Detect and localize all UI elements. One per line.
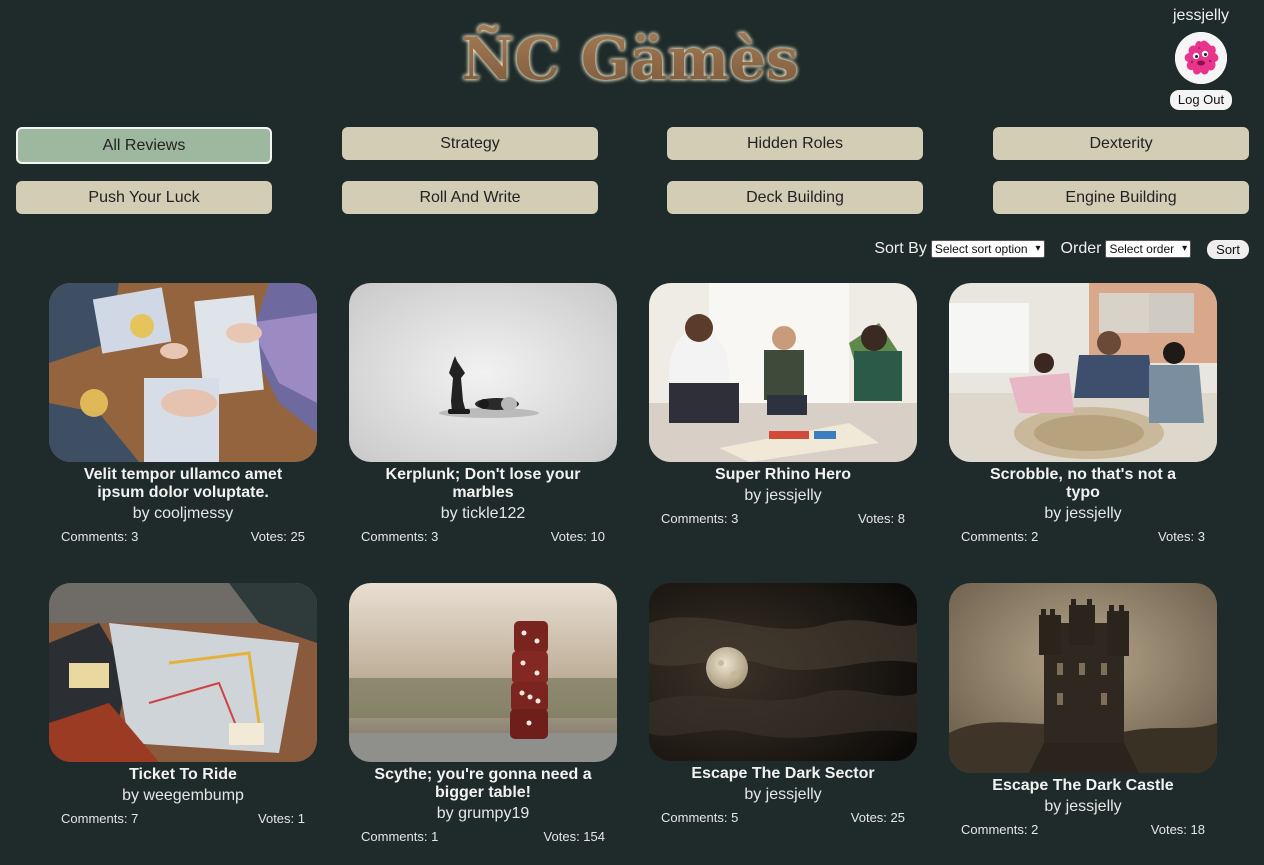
review-title[interactable]: Super Rhino Hero xyxy=(673,466,893,484)
order-value: Select order xyxy=(1109,242,1175,256)
review-title[interactable]: Velit tempor ullamco amet ipsum dolor vo… xyxy=(73,466,293,502)
chevron-down-icon: ▾ xyxy=(1035,243,1041,254)
site-logo[interactable]: ÑC Gämès xyxy=(420,22,840,92)
vote-count: Votes: 10 xyxy=(550,529,605,544)
review-stats: Comments: 2 Votes: 18 xyxy=(961,822,1205,837)
sort-by-value: Select sort option xyxy=(934,242,1028,256)
user-avatar[interactable] xyxy=(1175,32,1227,84)
review-author: by jessjelly xyxy=(744,487,822,504)
comment-count: Comments: 2 xyxy=(961,822,1039,837)
review-title[interactable]: Escape The Dark Sector xyxy=(673,765,893,783)
review-stats: Comments: 3 Votes: 25 xyxy=(61,529,305,544)
header: ÑC Gämès jessjelly Log Out xyxy=(0,0,1264,110)
review-stats: Comments: 3 Votes: 8 xyxy=(661,511,905,526)
review-stats: Comments: 1 Votes: 154 xyxy=(361,829,605,844)
review-title[interactable]: Escape The Dark Castle xyxy=(973,777,1193,795)
sort-bar: Sort By Select sort option ▾ Order Selec… xyxy=(874,238,1249,260)
category-dexterity[interactable]: Dexterity xyxy=(993,127,1249,160)
review-card[interactable]: Escape The Dark Castle by jessjelly Comm… xyxy=(949,583,1217,837)
sort-button[interactable]: Sort xyxy=(1207,239,1249,259)
review-image[interactable] xyxy=(349,283,617,462)
comment-count: Comments: 3 xyxy=(61,529,139,544)
logout-button[interactable]: Log Out xyxy=(1169,90,1233,110)
svg-text:ÑC Gämès: ÑC Gämès xyxy=(461,25,798,92)
review-card[interactable]: Ticket To Ride by weegembump Comments: 7… xyxy=(49,583,317,826)
review-author: by weegembump xyxy=(122,787,244,804)
review-title[interactable]: Kerplunk; Don't lose your marbles xyxy=(373,466,593,502)
review-image[interactable] xyxy=(49,583,317,762)
order-select[interactable]: Select order ▾ xyxy=(1105,240,1192,258)
comment-count: Comments: 2 xyxy=(961,529,1039,544)
vote-count: Votes: 18 xyxy=(1150,822,1205,837)
review-card[interactable]: Scythe; you're gonna need a bigger table… xyxy=(349,583,617,844)
username: jessjelly xyxy=(1172,7,1229,24)
vote-count: Votes: 25 xyxy=(250,529,305,544)
sort-by-label: Sort By xyxy=(874,240,927,257)
review-card[interactable]: Escape The Dark Sector by jessjelly Comm… xyxy=(649,583,917,825)
comment-count: Comments: 3 xyxy=(661,511,739,526)
comment-count: Comments: 5 xyxy=(661,810,739,825)
category-strategy[interactable]: Strategy xyxy=(342,127,598,160)
review-stats: Comments: 5 Votes: 25 xyxy=(661,810,905,825)
vote-count: Votes: 1 xyxy=(258,811,305,826)
vote-count: Votes: 154 xyxy=(543,829,605,844)
review-stats: Comments: 7 Votes: 1 xyxy=(61,811,305,826)
review-title[interactable]: Scrobble, no that's not a typo xyxy=(973,466,1193,502)
chevron-down-icon: ▾ xyxy=(1182,243,1188,254)
user-panel: jessjelly Log Out xyxy=(1160,6,1242,110)
review-author: by cooljmessy xyxy=(132,505,234,522)
vote-count: Votes: 25 xyxy=(850,810,905,825)
sort-by-select[interactable]: Select sort option ▾ xyxy=(930,240,1045,258)
vote-count: Votes: 3 xyxy=(1158,529,1205,544)
review-author: by grumpy19 xyxy=(436,805,530,822)
vote-count: Votes: 8 xyxy=(858,511,905,526)
review-author: by tickle122 xyxy=(440,505,526,522)
review-stats: Comments: 3 Votes: 10 xyxy=(361,529,605,544)
review-author: by jessjelly xyxy=(1044,798,1122,815)
review-card[interactable]: Scrobble, no that's not a typo by jessje… xyxy=(949,283,1217,544)
category-engine-building[interactable]: Engine Building xyxy=(993,181,1249,214)
review-image[interactable] xyxy=(49,283,317,462)
review-card[interactable]: Velit tempor ullamco amet ipsum dolor vo… xyxy=(49,283,317,544)
review-author: by jessjelly xyxy=(1044,505,1122,522)
review-title[interactable]: Scythe; you're gonna need a bigger table… xyxy=(373,766,593,802)
review-image[interactable] xyxy=(649,283,917,462)
category-all-reviews[interactable]: All Reviews xyxy=(16,127,272,164)
review-image[interactable] xyxy=(649,583,917,761)
comment-count: Comments: 3 xyxy=(361,529,439,544)
review-card[interactable]: Super Rhino Hero by jessjelly Comments: … xyxy=(649,283,917,526)
review-image[interactable] xyxy=(349,583,617,762)
review-stats: Comments: 2 Votes: 3 xyxy=(961,529,1205,544)
category-hidden-roles[interactable]: Hidden Roles xyxy=(667,127,923,160)
review-title[interactable]: Ticket To Ride xyxy=(73,766,293,784)
review-card[interactable]: Kerplunk; Don't lose your marbles by tic… xyxy=(349,283,617,544)
category-push-your-luck[interactable]: Push Your Luck xyxy=(16,181,272,214)
category-deck-building[interactable]: Deck Building xyxy=(667,181,923,214)
comment-count: Comments: 1 xyxy=(361,829,439,844)
review-image[interactable] xyxy=(949,283,1217,462)
category-roll-and-write[interactable]: Roll And Write xyxy=(342,181,598,214)
review-author: by jessjelly xyxy=(744,786,822,803)
pink-monster-avatar-icon xyxy=(1175,32,1227,84)
order-label: Order xyxy=(1060,240,1102,257)
review-image[interactable] xyxy=(949,583,1217,773)
comment-count: Comments: 7 xyxy=(61,811,139,826)
